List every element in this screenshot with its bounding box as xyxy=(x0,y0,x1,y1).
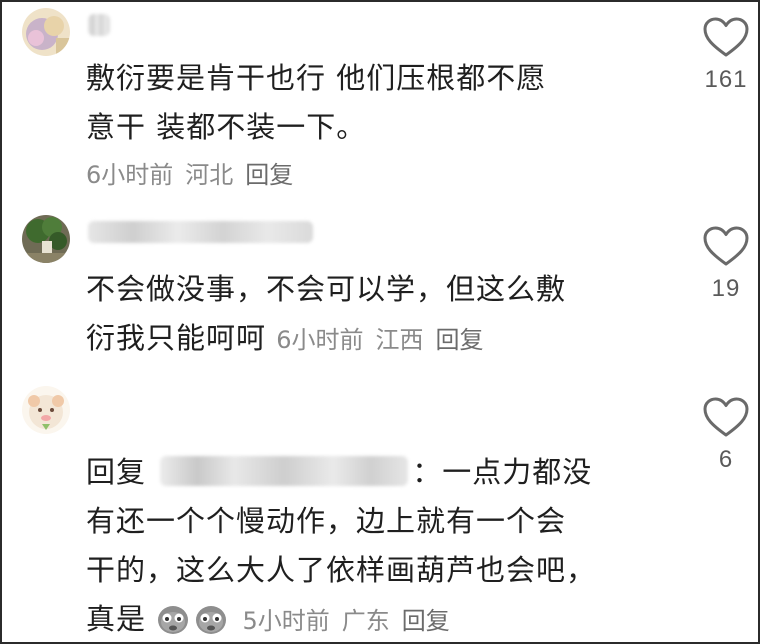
like-button[interactable]: 19 xyxy=(699,225,753,303)
comment-text-fragment: 真是 xyxy=(86,602,147,636)
reply-button[interactable]: 回复 xyxy=(245,161,293,189)
comment-location: 河北 xyxy=(185,161,234,189)
like-count: 19 xyxy=(711,275,741,302)
like-button[interactable]: 6 xyxy=(699,396,753,474)
like-count: 6 xyxy=(718,446,734,473)
comment-location: 广东 xyxy=(341,607,390,635)
comment-meta: 6小时前 河北 回复 xyxy=(86,152,666,198)
comment-text-line: 敷衍要是肯干也行 他们压根都不愿 xyxy=(86,61,547,95)
mentioned-username-blurred[interactable] xyxy=(160,456,409,486)
comment-time: 6小时前 xyxy=(86,161,174,189)
heart-outline-icon xyxy=(703,17,749,57)
comment-text-line: 干的，这么大人了依样画葫芦也会吧， xyxy=(86,553,597,587)
username-blurred[interactable] xyxy=(88,221,313,243)
comment-item: 敷衍要是肯干也行 他们压根都不愿 意干 装都不装一下。 6小时前 河北 回复 161 xyxy=(2,2,758,202)
comment-item: 不会做没事，不会可以学，但这么敷 衍我只能呵呵 6小时前 江西 回复 19 xyxy=(2,207,758,372)
avatar[interactable] xyxy=(22,8,70,56)
reply-prefix: 回复 xyxy=(86,455,147,489)
like-button[interactable]: 161 xyxy=(699,16,753,94)
comment-time: 6小时前 xyxy=(276,326,364,354)
avatar[interactable] xyxy=(22,215,70,263)
comment-text-fragment: ：一点力都没 xyxy=(412,455,593,489)
comment-text-line: 衍我只能呵呵 6小时前 江西 回复 xyxy=(86,314,666,365)
comment-text: 不会做没事，不会可以学，但这么敷 衍我只能呵呵 6小时前 江西 回复 xyxy=(86,265,666,365)
avatar[interactable] xyxy=(22,386,70,434)
comment-text-line: 意干 装都不装一下。 xyxy=(86,110,367,144)
comment-location: 江西 xyxy=(375,326,424,354)
reply-button[interactable]: 回复 xyxy=(436,326,484,354)
comment-item: 回复 ：一点力都没 有还一个个慢动作，边上就有一个会 干的，这么大人了依样画葫芦… xyxy=(2,380,758,642)
like-count: 161 xyxy=(704,66,748,93)
comment-time: 5小时前 xyxy=(242,607,330,635)
username-blurred[interactable] xyxy=(88,14,110,36)
comment-text-line: 真是 5小时前 广东 回复 xyxy=(86,595,666,642)
comment-text-line: 有还一个个慢动作，边上就有一个会 xyxy=(86,504,567,538)
comment-meta: 6小时前 江西 回复 xyxy=(276,326,483,354)
comment-text: 回复 ：一点力都没 有还一个个慢动作，边上就有一个会 干的，这么大人了依样画葫芦… xyxy=(86,448,666,642)
comment-text-line: 不会做没事，不会可以学，但这么敷 xyxy=(86,272,567,306)
heart-outline-icon xyxy=(703,397,749,437)
comment-text-line: 回复 ：一点力都没 xyxy=(86,448,666,497)
reply-button[interactable]: 回复 xyxy=(402,607,450,635)
comment-meta: 5小时前 广东 回复 xyxy=(242,607,449,635)
comment-text-fragment: 衍我只能呵呵 xyxy=(86,321,267,355)
comment-list: 敷衍要是肯干也行 他们压根都不愿 意干 装都不装一下。 6小时前 河北 回复 161 xyxy=(0,0,760,644)
wiping-tears-emoji xyxy=(196,606,227,634)
comment-text: 敷衍要是肯干也行 他们压根都不愿 意干 装都不装一下。 6小时前 河北 回复 xyxy=(86,54,666,198)
wiping-tears-emoji xyxy=(158,606,189,634)
heart-outline-icon xyxy=(703,226,749,266)
